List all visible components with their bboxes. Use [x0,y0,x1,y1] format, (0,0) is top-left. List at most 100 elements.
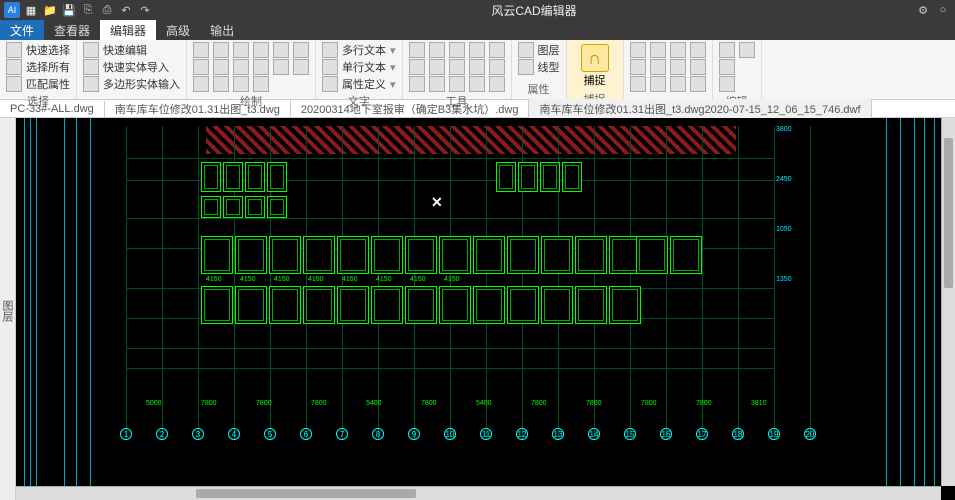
tool13-icon[interactable] [449,76,465,92]
polygon-input-icon[interactable] [83,76,99,92]
doc-tab-2[interactable]: 20200314地下室报审（确定B3集水坑）.dwg [291,99,530,119]
tool15-icon[interactable] [489,76,505,92]
edit4-icon[interactable] [719,76,735,92]
quick-edit-label[interactable]: 快速编辑 [103,42,147,58]
snap-tan-icon[interactable] [650,76,666,92]
menu-viewer[interactable]: 查看器 [44,20,100,40]
mtext-label[interactable]: 多行文本 [342,42,386,58]
entity-import-icon[interactable] [83,59,99,75]
ray-icon[interactable] [293,59,309,75]
doc-tab-0[interactable]: PC-33#-ALL.dwg [0,101,105,117]
draw-ext4-icon[interactable] [253,76,269,92]
snap-ext-icon[interactable] [670,59,686,75]
hscroll-thumb[interactable] [196,489,416,498]
hatch-icon[interactable] [233,59,249,75]
print-icon[interactable]: ⎙ [99,2,115,18]
undo-icon[interactable]: ↶ [118,2,134,18]
dimension-text: 7800 [531,400,547,407]
doc-tab-1[interactable]: 南车库车位修改01.31出图_t3.dwg [105,99,291,119]
side-layers-tab[interactable]: 图层 [0,300,15,322]
region-icon[interactable] [253,59,269,75]
tool1-icon[interactable] [409,42,425,58]
menu-export[interactable]: 输出 [200,20,244,40]
draw-ext1-icon[interactable] [193,76,209,92]
snap-int-icon[interactable] [650,59,666,75]
snap-button[interactable]: ∩ 捕捉 [573,42,617,90]
vertical-scrollbar[interactable] [941,118,955,486]
text-label[interactable]: 单行文本 [342,59,386,75]
tool2-icon[interactable] [429,42,445,58]
dimension-text: 2450 [776,176,792,183]
line-icon[interactable] [193,42,209,58]
match-props-label[interactable]: 匹配属性 [26,76,70,92]
tool12-icon[interactable] [429,76,445,92]
select-all-icon[interactable] [6,59,22,75]
snap-mid-icon[interactable] [650,42,666,58]
ellipse-icon[interactable] [193,59,209,75]
quick-edit-icon[interactable] [83,42,99,58]
snap-cen-icon[interactable] [670,42,686,58]
tool7-icon[interactable] [429,59,445,75]
spline-icon[interactable] [253,42,269,58]
minimize-icon[interactable]: ○ [935,2,951,18]
quick-select-label[interactable]: 快速选择 [26,42,70,58]
snap-ins-icon[interactable] [690,59,706,75]
tool6-icon[interactable] [409,59,425,75]
menu-advanced[interactable]: 高级 [156,20,200,40]
xline-icon[interactable] [273,59,289,75]
attdef-icon[interactable] [322,76,338,92]
entity-import-label[interactable]: 快速实体导入 [103,59,169,75]
tool8-icon[interactable] [449,59,465,75]
snap-near-icon[interactable] [670,76,686,92]
horizontal-scrollbar[interactable] [16,486,941,500]
tool9-icon[interactable] [469,59,485,75]
vscroll-thumb[interactable] [944,138,953,288]
tool3-icon[interactable] [449,42,465,58]
settings-icon[interactable]: ⚙ [915,2,931,18]
tool4-icon[interactable] [469,42,485,58]
polygon-input-label[interactable]: 多边形实体输入 [103,76,180,92]
edit2-icon[interactable] [739,42,755,58]
redo-icon[interactable]: ↷ [137,2,153,18]
app-logo-icon[interactable]: AI [4,2,20,18]
draw-ext3-icon[interactable] [233,76,249,92]
polyline-icon[interactable] [213,42,229,58]
linetype-label[interactable]: 线型 [538,59,560,75]
quick-select-icon[interactable] [6,42,22,58]
edit3-icon[interactable] [719,59,735,75]
tool11-icon[interactable] [409,76,425,92]
layer-icon[interactable] [518,42,534,58]
snap-node-icon[interactable] [690,42,706,58]
menu-editor[interactable]: 编辑器 [100,20,156,40]
circle-icon[interactable] [273,42,289,58]
snap-end-icon[interactable] [630,42,646,58]
match-props-icon[interactable] [6,76,22,92]
parking-spot [201,236,233,274]
text-icon[interactable] [322,59,338,75]
new-file-icon[interactable]: ▦ [23,2,39,18]
layer-label[interactable]: 图层 [538,42,560,58]
snap-perp-icon[interactable] [630,76,646,92]
save-icon[interactable]: 💾 [61,2,77,18]
draw-ext2-icon[interactable] [213,76,229,92]
tool10-icon[interactable] [489,59,505,75]
axis-bubble: 4 [228,428,240,440]
arc-icon[interactable] [233,42,249,58]
menu-file[interactable]: 文件 [0,20,44,40]
attdef-label[interactable]: 属性定义 [342,76,386,92]
saveall-icon[interactable]: ⎘ [80,2,96,18]
point-icon[interactable] [213,59,229,75]
axis-bubble: 5 [264,428,276,440]
edit1-icon[interactable] [719,42,735,58]
drawing-canvas[interactable]: ✕ 12345678910111213141516171819205000780… [16,118,955,500]
tool14-icon[interactable] [469,76,485,92]
doc-tab-3[interactable]: 南车库车位修改01.31出图_t3.dwg2020-07-15_12_06_15… [529,99,871,119]
open-file-icon[interactable]: 📁 [42,2,58,18]
select-all-label[interactable]: 选择所有 [26,59,70,75]
rect-icon[interactable] [293,42,309,58]
tool5-icon[interactable] [489,42,505,58]
linetype-icon[interactable] [518,59,534,75]
snap-quad-icon[interactable] [630,59,646,75]
mtext-icon[interactable] [322,42,338,58]
snap-app-icon[interactable] [690,76,706,92]
